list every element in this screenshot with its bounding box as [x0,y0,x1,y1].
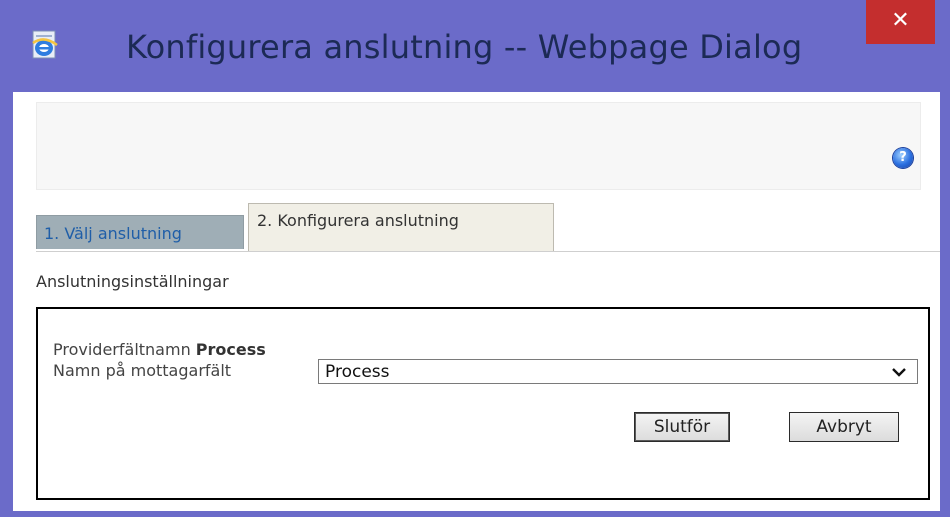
help-icon[interactable]: ? [893,148,913,168]
consumer-field-selected-value: Process [325,362,390,382]
dialog-header-band: ? [36,102,921,190]
tab-configure-connection[interactable]: 2. Konfigurera anslutning [248,203,554,251]
provider-field-row: Providerfältnamn Process [53,340,266,359]
title-bar[interactable]: Konfigurera anslutning -- Webpage Dialog… [0,0,950,92]
window-title: Konfigurera anslutning -- Webpage Dialog [126,28,803,66]
dialog-window: Konfigurera anslutning -- Webpage Dialog… [0,0,950,517]
consumer-field-label: Namn på mottagarfält [53,361,232,380]
tab-divider [36,251,940,252]
close-icon: ✕ [891,8,910,33]
consumer-field-select[interactable]: Process [318,359,918,384]
tab-choose-connection[interactable]: 1. Välj anslutning [36,215,244,249]
dialog-content: ? 1. Välj anslutning 2. Konfigurera ansl… [13,92,940,511]
finish-button[interactable]: Slutför [634,412,730,442]
cancel-button[interactable]: Avbryt [789,412,899,442]
provider-field-label: Providerfältnamn [53,340,191,359]
section-title: Anslutningsinställningar [36,272,229,291]
provider-field-value: Process [195,340,266,359]
connection-settings-panel: Providerfältnamn Process Namn på mottaga… [36,307,930,500]
internet-explorer-icon [32,30,58,59]
close-button[interactable]: ✕ [866,0,935,44]
chevron-down-icon [892,368,906,377]
